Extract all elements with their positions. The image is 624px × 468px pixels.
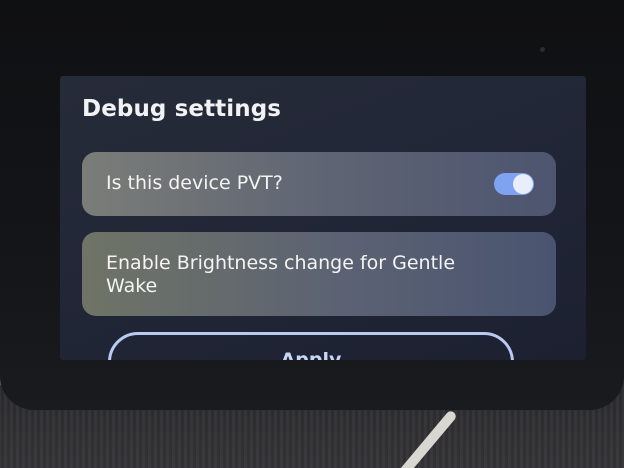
- page-title: Debug settings: [82, 96, 282, 122]
- apply-button-label: Apply: [280, 349, 342, 360]
- setting-label: Enable Brightness change for Gentle Wake: [106, 252, 456, 297]
- setting-label: Is this device PVT?: [106, 172, 283, 194]
- pvt-toggle[interactable]: [494, 173, 534, 195]
- apply-button[interactable]: Apply: [108, 332, 514, 360]
- camera-icon: [540, 47, 545, 52]
- device-screen: Debug settings Is this device PVT? Enabl…: [60, 76, 586, 360]
- setting-device-pvt[interactable]: Is this device PVT?: [82, 152, 556, 216]
- device-bezel: Debug settings Is this device PVT? Enabl…: [0, 0, 624, 410]
- photo-background: Debug settings Is this device PVT? Enabl…: [0, 0, 624, 468]
- setting-gentle-wake-brightness[interactable]: Enable Brightness change for Gentle Wake: [82, 232, 556, 316]
- toggle-knob-icon: [513, 174, 533, 194]
